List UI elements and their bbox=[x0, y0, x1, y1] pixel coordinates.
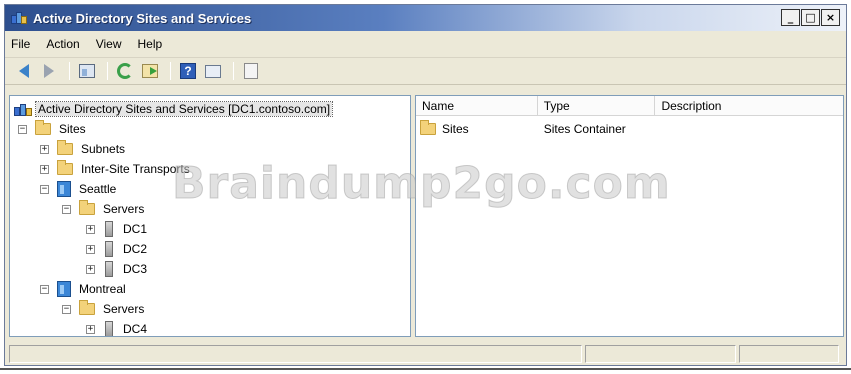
server-icon bbox=[105, 321, 113, 336]
bottom-border bbox=[0, 368, 851, 370]
details-list[interactable]: Name Type Description Sites Sites Contai… bbox=[415, 95, 844, 337]
column-header-description[interactable]: Description bbox=[655, 96, 843, 116]
toolbar-separator bbox=[170, 62, 171, 80]
list-cell-type: Sites Container bbox=[543, 122, 626, 136]
tree-item-root[interactable]: Active Directory Sites and Services [DC1… bbox=[14, 100, 334, 118]
tree-label-dc3: DC3 bbox=[123, 262, 148, 276]
site-icon bbox=[57, 281, 71, 297]
export-list-button[interactable] bbox=[139, 60, 161, 82]
minimize-button[interactable]: _ bbox=[781, 9, 800, 26]
menu-action[interactable]: Action bbox=[46, 37, 79, 51]
mmc-icon bbox=[244, 63, 258, 79]
title-bar[interactable]: Active Directory Sites and Services _ □ … bbox=[5, 5, 846, 31]
tree-label-root: Active Directory Sites and Services [DC1… bbox=[34, 101, 334, 117]
tree-item-seattle-servers[interactable]: − Servers bbox=[62, 200, 146, 218]
tree-item-montreal-servers[interactable]: − Servers bbox=[62, 300, 146, 318]
folder-icon bbox=[79, 200, 95, 215]
ad-sites-icon bbox=[14, 101, 32, 117]
expand-toggle[interactable]: + bbox=[86, 244, 95, 254]
expand-toggle[interactable]: + bbox=[86, 324, 95, 334]
collapse-toggle[interactable]: − bbox=[40, 284, 49, 294]
server-icon bbox=[105, 241, 113, 257]
menu-bar: File Action View Help bbox=[5, 33, 846, 55]
tree-item-sites[interactable]: − Sites bbox=[18, 120, 88, 138]
tree-label-subnets: Subnets bbox=[81, 142, 126, 156]
forward-button[interactable] bbox=[38, 60, 60, 82]
show-hide-console-tree-icon bbox=[79, 64, 95, 78]
tree-item-seattle[interactable]: − Seattle bbox=[40, 180, 118, 198]
folder-icon bbox=[57, 140, 73, 155]
folder-icon bbox=[420, 120, 436, 135]
menu-help[interactable]: Help bbox=[138, 37, 163, 51]
tree-item-dc3[interactable]: + DC3 bbox=[86, 260, 149, 278]
list-item[interactable]: Sites Sites Container bbox=[416, 120, 843, 138]
expand-toggle[interactable]: + bbox=[86, 224, 95, 234]
back-arrow-icon bbox=[19, 64, 29, 78]
close-button[interactable]: × bbox=[821, 9, 840, 26]
back-button[interactable] bbox=[13, 60, 35, 82]
properties-icon bbox=[205, 64, 221, 78]
window-controls: _ □ × bbox=[780, 9, 840, 26]
collapse-toggle[interactable]: − bbox=[18, 124, 27, 134]
list-item-name: Sites bbox=[442, 122, 469, 136]
toolbar: ? bbox=[5, 57, 846, 85]
collapse-toggle[interactable]: − bbox=[62, 204, 71, 214]
tree-item-dc4[interactable]: + DC4 bbox=[86, 320, 149, 336]
console-content: Active Directory Sites and Services [DC1… bbox=[9, 95, 844, 337]
refresh-button[interactable] bbox=[114, 60, 136, 82]
column-header-name[interactable]: Name bbox=[416, 96, 538, 116]
help-button[interactable]: ? bbox=[177, 60, 199, 82]
tree-item-inter-site-transports[interactable]: + Inter-Site Transports bbox=[40, 160, 192, 178]
tree-item-dc1[interactable]: + DC1 bbox=[86, 220, 149, 238]
status-bar bbox=[5, 343, 846, 365]
tree-label-seattle: Seattle bbox=[79, 182, 117, 196]
server-icon bbox=[105, 221, 113, 237]
window-title: Active Directory Sites and Services bbox=[33, 10, 252, 26]
properties-button[interactable] bbox=[202, 60, 224, 82]
status-panel-2 bbox=[585, 345, 737, 363]
tree-item-dc2[interactable]: + DC2 bbox=[86, 240, 149, 258]
folder-icon bbox=[57, 160, 73, 175]
tree-label-servers: Servers bbox=[103, 202, 145, 216]
ad-sites-app-icon bbox=[11, 10, 27, 26]
folder-icon bbox=[35, 120, 51, 135]
server-icon bbox=[105, 261, 113, 277]
expand-toggle[interactable]: + bbox=[40, 164, 49, 174]
menu-file[interactable]: File bbox=[11, 37, 30, 51]
tree-item-montreal[interactable]: − Montreal bbox=[40, 280, 128, 298]
list-header: Name Type Description bbox=[416, 96, 843, 116]
mmc-window: Active Directory Sites and Services _ □ … bbox=[4, 4, 847, 366]
list-cell-name: Sites bbox=[416, 120, 538, 136]
menu-view[interactable]: View bbox=[96, 37, 122, 51]
mmc-button[interactable] bbox=[240, 60, 262, 82]
column-header-type[interactable]: Type bbox=[538, 96, 656, 116]
tree-label-dc2: DC2 bbox=[123, 242, 148, 256]
expand-toggle[interactable]: + bbox=[86, 264, 95, 274]
collapse-toggle[interactable]: − bbox=[40, 184, 49, 194]
export-list-icon bbox=[142, 64, 158, 78]
collapse-toggle[interactable]: − bbox=[62, 304, 71, 314]
tree-label-montreal: Montreal bbox=[79, 282, 126, 296]
help-icon: ? bbox=[180, 63, 196, 79]
tree-label-dc1: DC1 bbox=[123, 222, 148, 236]
folder-icon bbox=[79, 300, 95, 315]
site-icon bbox=[57, 181, 71, 197]
refresh-icon bbox=[117, 63, 133, 79]
status-panel-main bbox=[9, 345, 583, 363]
tree-label-dc4: DC4 bbox=[123, 322, 148, 336]
show-hide-console-tree-button[interactable] bbox=[76, 60, 98, 82]
tree-label-sites: Sites bbox=[59, 122, 86, 136]
toolbar-separator bbox=[107, 62, 108, 80]
toolbar-separator bbox=[233, 62, 234, 80]
toolbar-separator bbox=[69, 62, 70, 80]
tree-label-inter-site-transports: Inter-Site Transports bbox=[81, 162, 190, 176]
tree-item-subnets[interactable]: + Subnets bbox=[40, 140, 127, 158]
expand-toggle[interactable]: + bbox=[40, 144, 49, 154]
tree-label-servers: Servers bbox=[103, 302, 145, 316]
status-panel-3 bbox=[739, 345, 839, 363]
forward-arrow-icon bbox=[44, 64, 54, 78]
maximize-button[interactable]: □ bbox=[801, 9, 820, 26]
console-tree[interactable]: Active Directory Sites and Services [DC1… bbox=[9, 95, 411, 337]
